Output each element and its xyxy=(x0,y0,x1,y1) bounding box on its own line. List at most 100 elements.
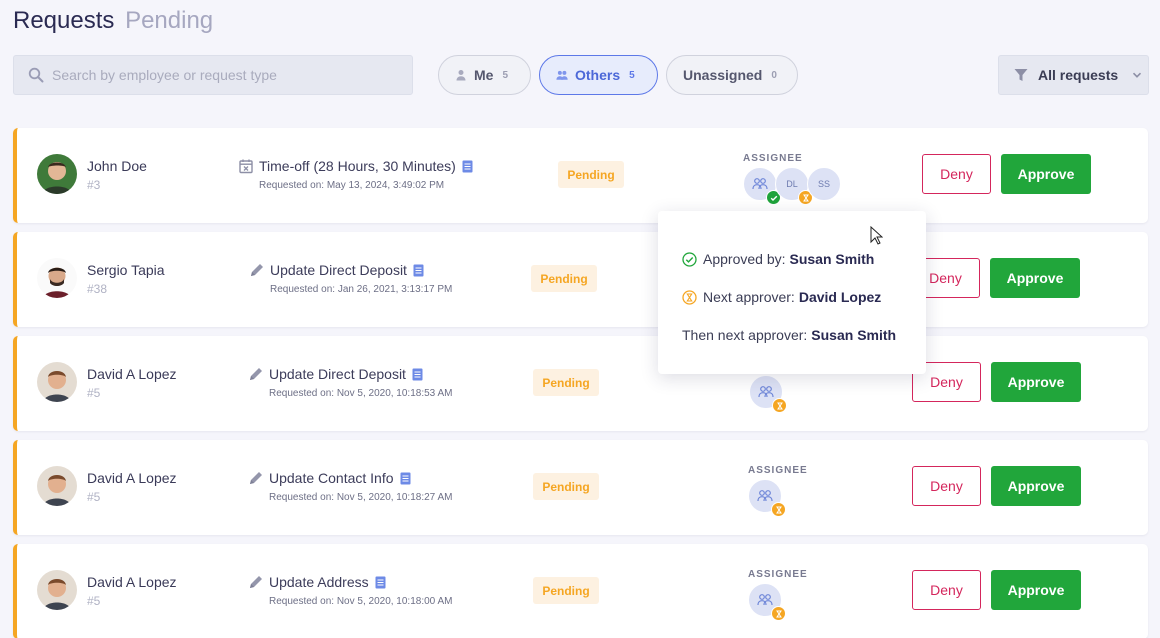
then-next-approver-row: Then next approver: Susan Smith xyxy=(682,327,896,343)
approve-button[interactable]: Approve xyxy=(991,570,1081,610)
next-approver-label: Next approver: xyxy=(703,289,795,305)
status-badge: Pending xyxy=(533,473,599,500)
request-title: Update Direct Deposit xyxy=(269,366,406,382)
next-approver-name: David Lopez xyxy=(798,289,882,305)
avatar xyxy=(37,154,77,194)
people-icon xyxy=(752,178,768,190)
filter-unassigned-label: Unassigned xyxy=(683,67,763,83)
search-box[interactable] xyxy=(13,55,413,95)
then-next-approver-name: Susan Smith xyxy=(811,327,897,343)
assignee-label: ASSIGNEE xyxy=(743,153,803,164)
approve-button[interactable]: Approve xyxy=(991,466,1081,506)
status-badge: Pending xyxy=(533,577,599,604)
document-icon[interactable] xyxy=(412,368,423,381)
mouse-cursor-icon xyxy=(870,226,883,245)
filter-me-label: Me xyxy=(474,67,494,83)
employee-id: #3 xyxy=(87,178,101,192)
assignee-group-avatar[interactable] xyxy=(743,167,781,205)
request-type[interactable]: Time-off (28 Hours, 30 Minutes) xyxy=(238,158,473,174)
assignee-group-avatar[interactable] xyxy=(748,583,786,621)
deny-button[interactable]: Deny xyxy=(912,570,981,610)
people-icon xyxy=(757,490,773,502)
filter-me-count: 5 xyxy=(502,69,509,81)
hourglass-icon xyxy=(771,606,786,621)
then-next-approver-label: Then next approver: xyxy=(682,327,808,343)
assignee-group-avatar[interactable] xyxy=(749,375,787,413)
pencil-icon xyxy=(250,368,262,380)
deny-button[interactable]: Deny xyxy=(922,154,991,194)
employee-name: Sergio Tapia xyxy=(87,262,165,278)
request-title: Update Direct Deposit xyxy=(270,262,407,278)
request-date: Requested on: May 13, 2024, 3:49:02 PM xyxy=(259,180,445,191)
approve-button[interactable]: Approve xyxy=(990,258,1080,298)
status-badge: Pending xyxy=(531,265,597,292)
employee-id: #38 xyxy=(87,282,108,296)
request-card[interactable]: David A Lopez #5 Update Direct Deposit R… xyxy=(13,336,1148,431)
search-input[interactable] xyxy=(52,67,392,83)
filter-others-label: Others xyxy=(575,67,621,83)
people-icon xyxy=(757,594,773,606)
employee-id: #5 xyxy=(87,490,101,504)
avatar xyxy=(37,362,77,402)
request-title: Time-off (28 Hours, 30 Minutes) xyxy=(259,158,456,174)
approve-button[interactable]: Approve xyxy=(1001,154,1091,194)
approved-by-name: Susan Smith xyxy=(789,251,875,267)
avatar xyxy=(37,258,77,298)
request-card[interactable]: Sergio Tapia #38 Update Direct Deposit R… xyxy=(13,232,1148,327)
deny-button[interactable]: Deny xyxy=(912,466,981,506)
page-title: Requests Pending xyxy=(13,7,213,35)
hourglass-icon xyxy=(682,289,697,305)
document-icon[interactable] xyxy=(462,160,473,173)
filter-unassigned-tab[interactable]: Unassigned 0 xyxy=(666,55,798,95)
request-card[interactable]: David A Lopez #5 Update Address Requeste… xyxy=(13,544,1148,638)
employee-id: #5 xyxy=(87,386,101,400)
request-title: Update Address xyxy=(269,574,369,590)
search-icon xyxy=(28,67,44,83)
next-approver-row: Next approver: David Lopez xyxy=(682,289,881,305)
status-badge: Pending xyxy=(558,161,624,188)
filter-others-tab[interactable]: Others 5 xyxy=(539,55,658,95)
people-icon xyxy=(758,386,774,398)
approve-button[interactable]: Approve xyxy=(991,362,1081,402)
request-date: Requested on: Nov 5, 2020, 10:18:00 AM xyxy=(269,596,453,607)
assignee-initials: DL xyxy=(786,179,798,189)
dropdown-label: All requests xyxy=(1038,67,1119,83)
pencil-icon xyxy=(250,472,262,484)
pencil-icon xyxy=(251,264,263,276)
request-date: Requested on: Nov 5, 2020, 10:18:53 AM xyxy=(269,388,453,399)
people-icon xyxy=(556,70,568,80)
request-type[interactable]: Update Direct Deposit xyxy=(249,262,424,278)
request-type[interactable]: Update Address xyxy=(248,574,386,590)
request-date: Requested on: Nov 5, 2020, 10:18:27 AM xyxy=(269,492,453,503)
page-title-text: Requests xyxy=(13,7,115,34)
document-icon[interactable] xyxy=(413,264,424,277)
approved-by-row: Approved by: Susan Smith xyxy=(682,251,874,267)
employee-id: #5 xyxy=(87,594,101,608)
approval-chain-popover: Approved by: Susan Smith Next approver: Da… xyxy=(658,211,926,374)
request-date: Requested on: Jan 26, 2021, 3:13:17 PM xyxy=(270,284,453,295)
request-card[interactable]: John Doe #3 Time-off (28 Hours, 30 Minut… xyxy=(13,128,1148,223)
chevron-down-icon xyxy=(1133,72,1142,78)
assignee-avatar-ss[interactable]: SS xyxy=(807,167,841,201)
document-icon[interactable] xyxy=(375,576,386,589)
assignee-group-avatar[interactable] xyxy=(748,479,786,517)
request-type[interactable]: Update Contact Info xyxy=(248,470,411,486)
employee-name: John Doe xyxy=(87,158,147,174)
filter-unassigned-count: 0 xyxy=(771,69,777,81)
assignee-avatar-dl[interactable]: DL xyxy=(775,167,813,205)
assignee-label: ASSIGNEE xyxy=(748,465,808,476)
request-type-dropdown[interactable]: All requests xyxy=(998,55,1149,95)
request-type[interactable]: Update Direct Deposit xyxy=(248,366,423,382)
approved-by-label: Approved by: xyxy=(703,251,786,267)
document-icon[interactable] xyxy=(400,472,411,485)
request-card[interactable]: David A Lopez #5 Update Contact Info Req… xyxy=(13,440,1148,535)
avatar xyxy=(37,570,77,610)
assignee-initials: SS xyxy=(817,179,830,189)
avatar xyxy=(37,466,77,506)
employee-name: David A Lopez xyxy=(87,574,177,590)
pencil-icon xyxy=(250,576,262,588)
status-badge: Pending xyxy=(533,369,599,396)
assignee-label: ASSIGNEE xyxy=(748,569,808,580)
person-icon xyxy=(456,70,466,81)
filter-me-tab[interactable]: Me 5 xyxy=(438,55,531,95)
